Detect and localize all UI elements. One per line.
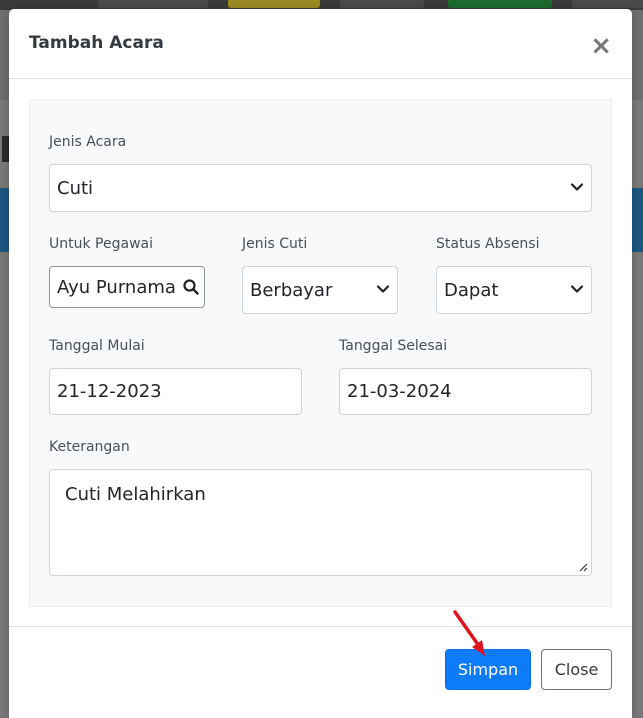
end-date-label: Tanggal Selesai (339, 338, 448, 354)
event-type-value: Cuti (57, 177, 94, 199)
employee-input[interactable]: Ayu Purnama S (49, 266, 205, 308)
employee-label: Untuk Pegawai (49, 236, 153, 252)
attendance-status-value: Dapat (444, 279, 499, 301)
background-nav-chip (572, 0, 643, 8)
chevron-down-icon (570, 183, 584, 191)
form-panel: Jenis Acara Cuti Untuk Pegawai Ayu Purna… (29, 99, 612, 607)
add-event-modal: Tambah Acara × Jenis Acara Cuti Untuk Pe… (9, 9, 632, 718)
chevron-down-icon (376, 285, 390, 293)
employee-value: Ayu Purnama S (57, 276, 194, 298)
annotation-arrow-icon (453, 610, 485, 656)
description-value: Cuti Melahirkan (65, 484, 206, 505)
start-date-label: Tanggal Mulai (49, 338, 145, 354)
attendance-status-select[interactable]: Dapat (436, 266, 592, 314)
end-date-value: 21-03-2024 (347, 381, 452, 402)
start-date-value: 21-12-2023 (57, 381, 162, 402)
background-panel-edge (631, 188, 643, 252)
chevron-down-icon (570, 285, 584, 293)
start-date-input[interactable]: 21-12-2023 (49, 368, 302, 415)
search-icon[interactable] (182, 278, 200, 296)
modal-header: Tambah Acara × (9, 9, 632, 79)
background-nav-chip (98, 0, 208, 8)
modal-title: Tambah Acara (29, 33, 164, 53)
background-nav-chip (448, 0, 552, 8)
background-nav-chip (340, 0, 424, 8)
leave-type-select[interactable]: Berbayar (242, 266, 398, 314)
end-date-input[interactable]: 21-03-2024 (339, 368, 592, 415)
leave-type-value: Berbayar (250, 279, 333, 301)
modal-footer: Simpan Close (9, 626, 632, 718)
resize-handle-icon[interactable] (578, 562, 588, 572)
event-type-label: Jenis Acara (49, 134, 127, 150)
attendance-status-label: Status Absensi (436, 236, 540, 252)
close-button[interactable]: Close (541, 649, 612, 690)
description-textarea[interactable]: Cuti Melahirkan (49, 469, 592, 576)
event-type-select[interactable]: Cuti (49, 164, 592, 212)
close-icon[interactable]: × (590, 33, 612, 59)
description-label: Keterangan (49, 439, 130, 455)
leave-type-label: Jenis Cuti (242, 236, 308, 252)
background-nav-chip (228, 0, 320, 8)
